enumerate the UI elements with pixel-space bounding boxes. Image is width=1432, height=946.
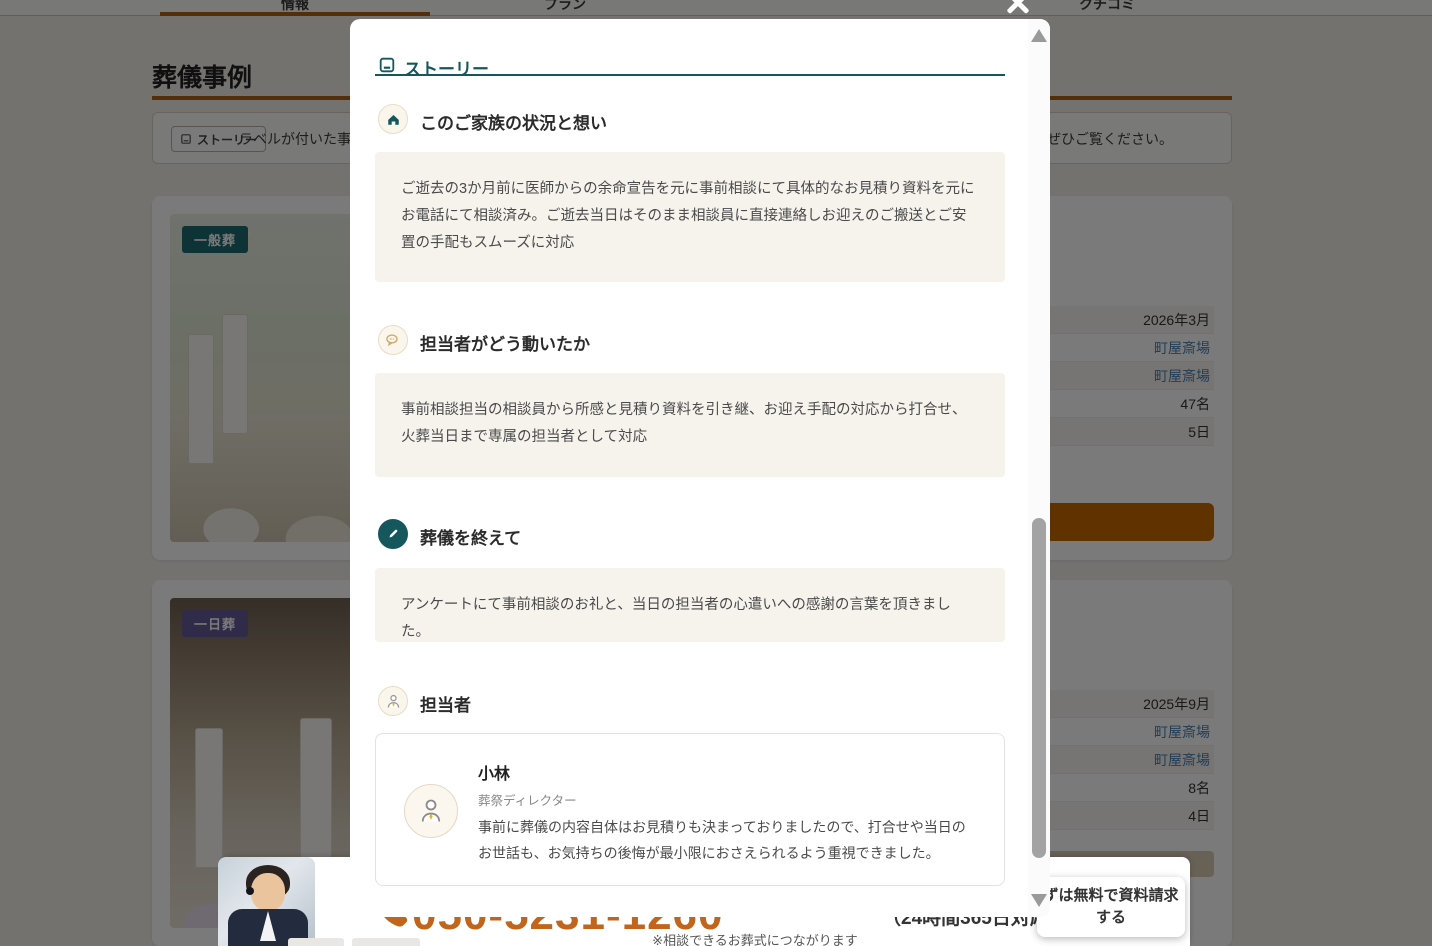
headset-icon xyxy=(246,887,254,895)
section-body: 事前相談担当の相談員から所感と見積り資料を引き継、お迎え手配の対応から打合せ、火… xyxy=(375,373,1005,477)
small-pill xyxy=(288,938,344,946)
section-body: ご逝去の3か月前に医師からの余命宣告を元に事前相談にて具体的なお見積り資料を元に… xyxy=(375,152,1005,282)
modal-title: ストーリー xyxy=(404,55,489,80)
request-materials-button[interactable]: ずは無料で資料請求する xyxy=(1037,877,1185,937)
staff-card: 小林 葬祭ディレクター 事前に葬儀の内容自体はお見積りも決まっておりましたので、… xyxy=(375,733,1005,886)
screen: 情報 プラン クチコミ 葬儀事例 ストーリー ラベルが付いた事例 考にぜひご覧く… xyxy=(0,0,1432,946)
chat-icon xyxy=(378,325,408,355)
pen-icon xyxy=(378,519,408,549)
scroll-down-arrow[interactable] xyxy=(1031,894,1047,907)
scroll-up-arrow[interactable] xyxy=(1031,29,1047,42)
section-heading: 担当者 xyxy=(420,691,471,716)
operator-photo xyxy=(218,857,315,946)
section-body: アンケートにて事前相談のお礼と、当日の担当者の心遣いへの感謝の言葉を頂きました。 xyxy=(375,568,1005,642)
section-heading: 葬儀を終えて xyxy=(420,524,521,549)
person-icon xyxy=(378,686,408,716)
staff-name: 小林 xyxy=(478,760,510,784)
story-label-icon xyxy=(378,56,396,74)
operator-face xyxy=(251,873,285,911)
modal-scrollbar[interactable] xyxy=(1028,19,1050,917)
staff-comment: 事前に葬儀の内容自体はお見積りも決まっておりましたので、打合せや当日のお世話も、… xyxy=(478,814,978,866)
staff-role: 葬祭ディレクター xyxy=(478,790,577,809)
close-icon[interactable] xyxy=(1002,0,1034,18)
small-pill xyxy=(352,938,420,946)
phone-note: ※相談できるお葬式につながります xyxy=(575,930,935,946)
home-icon xyxy=(378,104,408,134)
modal-title-underline xyxy=(375,74,1005,76)
scrollbar-thumb[interactable] xyxy=(1032,518,1046,858)
story-modal: ストーリー このご家族の状況と想い ご逝去の3か月前に医師からの余命宣告を元に事… xyxy=(350,19,1050,917)
staff-avatar xyxy=(404,784,458,838)
section-heading: このご家族の状況と想い xyxy=(420,109,607,134)
section-heading: 担当者がどう動いたか xyxy=(420,330,590,355)
